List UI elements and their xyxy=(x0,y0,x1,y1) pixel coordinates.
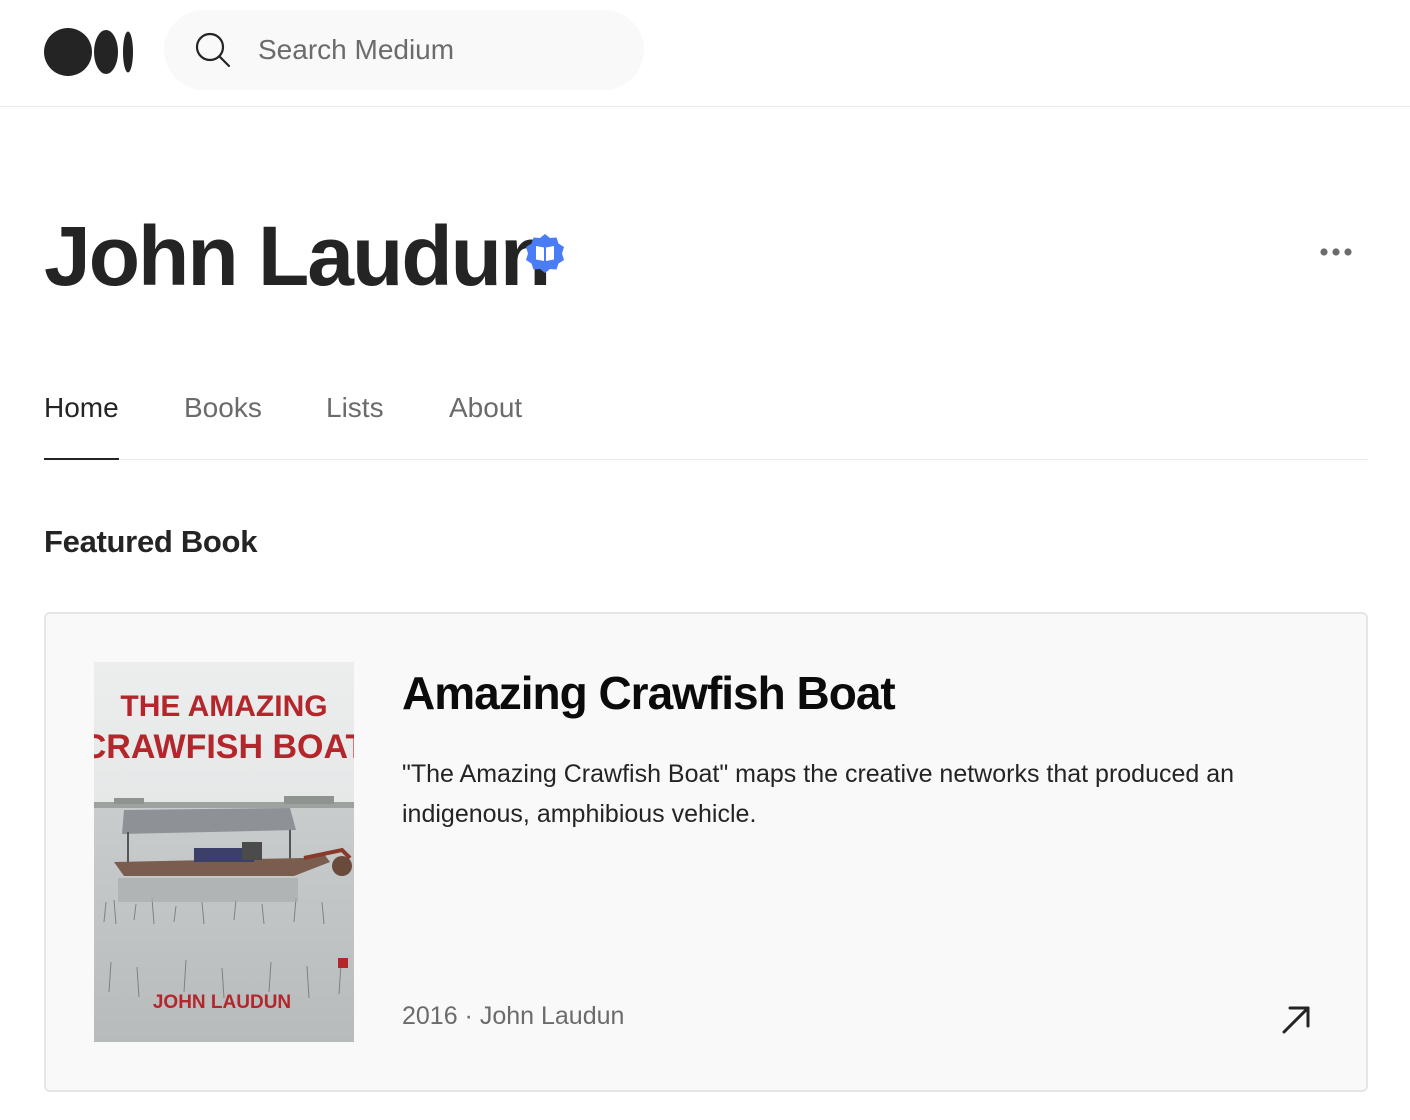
cover-author: JOHN LAUDUN xyxy=(153,992,291,1013)
tab-about[interactable]: About xyxy=(449,380,522,460)
medium-logo-icon[interactable] xyxy=(44,28,134,76)
search-bar[interactable] xyxy=(164,10,644,90)
more-icon[interactable] xyxy=(1310,232,1362,272)
book-meta: 2016 · John Laudun xyxy=(402,1002,625,1030)
search-input[interactable] xyxy=(258,10,618,90)
section-title: Featured Book xyxy=(44,524,258,559)
book-cover-image[interactable]: THE AMAZING CRAWFISH BOAT JOHN LAUDUN xyxy=(94,662,354,1042)
search-icon xyxy=(195,32,231,68)
book-description: "The Amazing Crawfish Boat" maps the cre… xyxy=(402,760,1235,828)
profile-tabs: Home Books Lists About xyxy=(44,380,1368,460)
cover-title-line2: CRAWFISH BOAT xyxy=(94,728,354,766)
tab-books[interactable]: Books xyxy=(184,380,262,460)
tab-lists[interactable]: Lists xyxy=(326,380,384,460)
verified-book-author-icon[interactable] xyxy=(523,232,567,276)
profile-name: John Laudun xyxy=(44,209,551,303)
arrow-up-right-icon[interactable] xyxy=(1276,1000,1316,1040)
top-bar xyxy=(0,0,1410,107)
tab-home[interactable]: Home xyxy=(44,380,119,460)
featured-book-card[interactable]: THE AMAZING CRAWFISH BOAT JOHN LAUDUN Am… xyxy=(44,612,1368,1092)
cover-title-line1: THE AMAZING xyxy=(120,690,327,723)
book-title[interactable]: Amazing Crawfish Boat xyxy=(402,666,896,720)
